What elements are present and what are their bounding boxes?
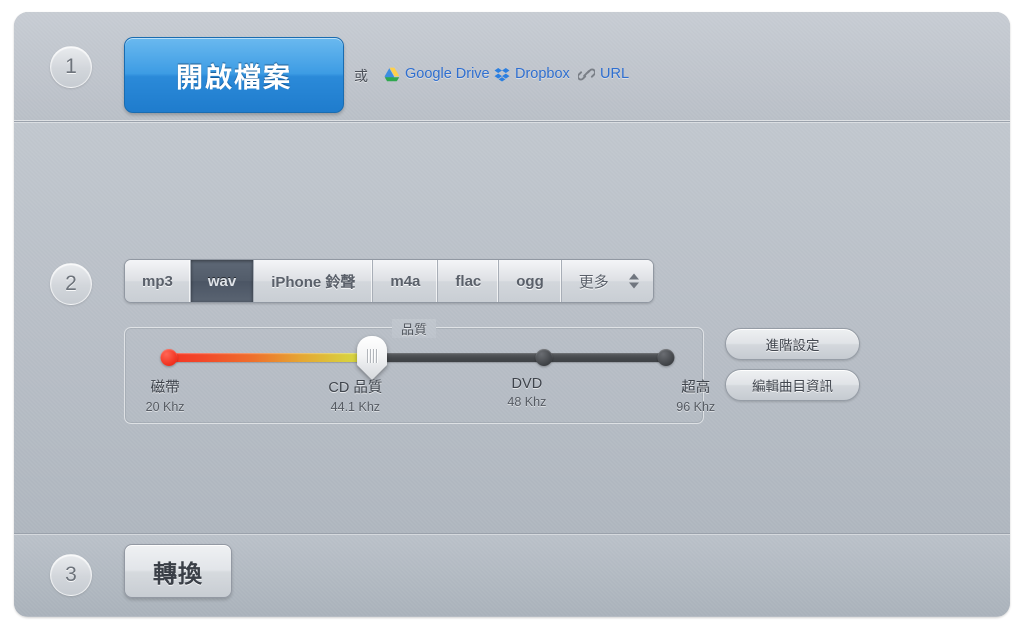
edit-track-info-button[interactable]: 編輯曲目資訊 (725, 369, 860, 401)
slider-track-remaining (372, 353, 670, 362)
quality-slider[interactable] (160, 336, 675, 380)
step-number-2: 2 (50, 263, 92, 305)
link-icon (577, 67, 596, 82)
google-drive-label: Google Drive (405, 66, 490, 82)
format-tab-ogg[interactable]: ogg (499, 260, 562, 302)
step-3-panel: 3 轉換 (14, 534, 1010, 616)
step-number-3: 3 (50, 554, 92, 596)
format-more-dropdown[interactable]: 更多 (561, 260, 653, 302)
quality-mark-ultra: 超高 96 Khz (676, 380, 716, 414)
chevron-updown-icon (628, 273, 639, 289)
slider-tick-tape[interactable] (160, 349, 178, 366)
url-label: URL (600, 66, 630, 82)
step-1-panel: 1 開啟檔案 或 Google Drive Dropbox URL (14, 12, 1010, 122)
quality-mark-cd: CD 品質 44.1 Khz (328, 380, 383, 414)
dropbox-link[interactable]: Dropbox (494, 66, 570, 82)
slider-tick-dvd[interactable] (535, 349, 553, 366)
open-file-button[interactable]: 開啟檔案 (124, 37, 344, 113)
app-window: 1 開啟檔案 或 Google Drive Dropbox URL 2 mp3 … (14, 12, 1010, 617)
format-tab-bar: mp3 wav iPhone 鈴聲 m4a flac ogg 更多 (124, 259, 654, 303)
format-tab-flac[interactable]: flac (438, 260, 500, 302)
dropbox-icon (494, 67, 510, 82)
quality-legend: 品質 (392, 319, 436, 338)
dropbox-label: Dropbox (515, 66, 570, 82)
step-number-1: 1 (50, 46, 92, 88)
format-tab-mp3[interactable]: mp3 (125, 260, 191, 302)
quality-mark-tape: 磁帶 20 Khz (145, 380, 185, 414)
quality-panel: 品質 磁帶 20 Khz CD 品質 44.1 Khz DVD 48 Khz 超… (124, 319, 716, 424)
format-tab-wav[interactable]: wav (190, 260, 255, 302)
convert-button[interactable]: 轉換 (124, 544, 232, 598)
advanced-settings-button[interactable]: 進階設定 (725, 328, 860, 360)
google-drive-link[interactable]: Google Drive (384, 66, 490, 82)
format-tab-iphone-ringtone[interactable]: iPhone 鈴聲 (254, 260, 374, 302)
step-2-panel: 2 mp3 wav iPhone 鈴聲 m4a flac ogg 更多 品質 磁… (14, 122, 1010, 534)
slider-handle[interactable] (357, 336, 388, 380)
url-link[interactable]: URL (577, 66, 630, 82)
slider-tick-ultra[interactable] (657, 349, 675, 366)
slider-track-filled (165, 353, 373, 362)
quality-mark-dvd: DVD 48 Khz (507, 376, 547, 409)
google-drive-icon (384, 67, 400, 82)
or-label: 或 (354, 68, 368, 84)
quality-mark-labels: 磁帶 20 Khz CD 品質 44.1 Khz DVD 48 Khz 超高 9… (145, 376, 716, 416)
slider-handle-grip-icon (367, 349, 378, 363)
format-tab-m4a[interactable]: m4a (373, 260, 439, 302)
format-more-label: 更多 (578, 273, 609, 291)
